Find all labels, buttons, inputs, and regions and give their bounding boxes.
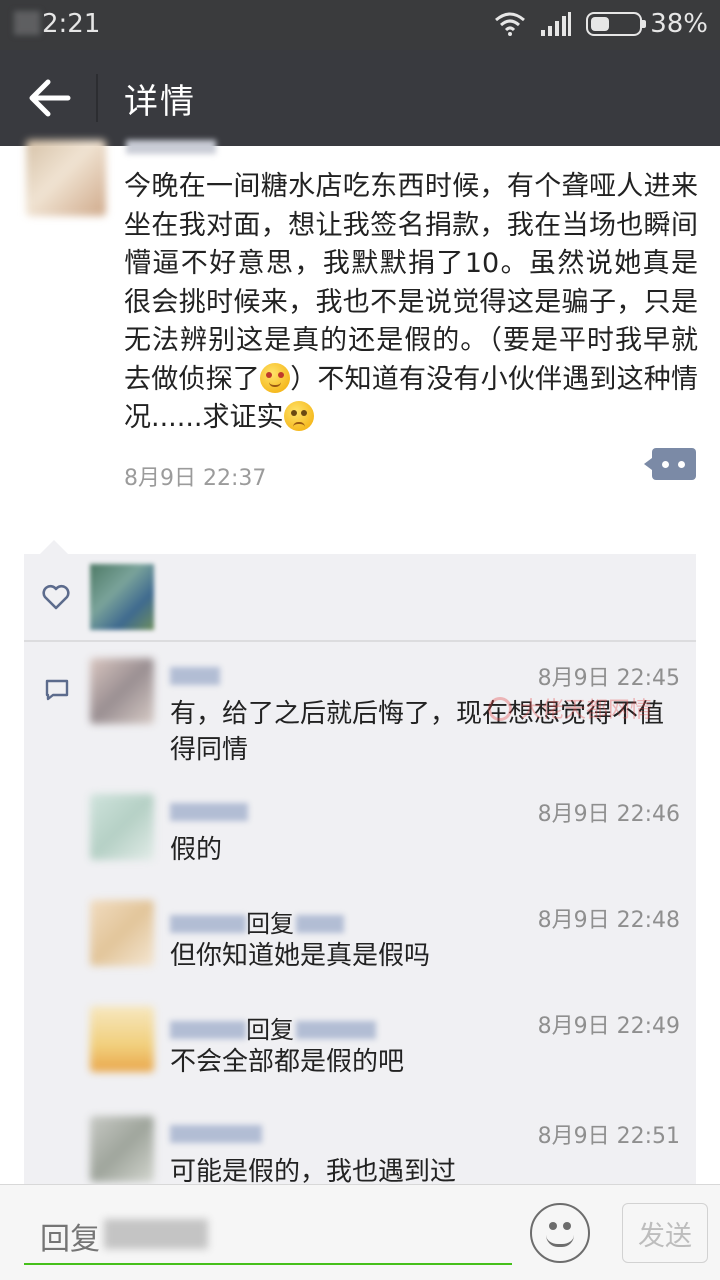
blurred-name [170,1125,262,1143]
blurred-name [296,1021,376,1039]
comment-author[interactable] [170,662,220,692]
blurred-name [170,915,246,933]
status-time: 2:21 [14,9,100,39]
emoji-button[interactable] [530,1203,590,1263]
status-bar: 2:21 38% [0,0,720,50]
back-arrow-icon[interactable] [26,76,72,120]
status-time-text: 2:21 [42,9,101,39]
comment-icon [45,679,69,701]
blurred-digit [14,11,40,35]
post-text-part1: 今晚在一间糖水店吃东西时候，有个聋哑人进来坐在我对面，想让我签名捐款，我在当场也… [124,171,698,395]
puzzled-emoji-icon [283,401,314,431]
comment-author[interactable] [170,798,248,828]
comment-time: 8月9日 22:45 [537,666,680,691]
likes-row [24,554,696,642]
interaction-pointer [40,540,68,554]
heart-eyes-emoji-icon [260,362,290,393]
emoji-eye-icon [549,1222,557,1230]
commenter-avatar[interactable] [90,794,154,860]
post-author-avatar[interactable] [26,140,106,216]
more-dot-icon [678,461,685,468]
reply-word: 回复 [246,1016,294,1044]
battery-fill [591,17,609,31]
watermark: 大佬天都网情 [488,692,652,724]
send-button[interactable]: 发送 [622,1203,708,1263]
liker-avatar[interactable] [90,564,154,630]
reply-bar: 发送 [0,1184,720,1280]
comment-text: 假的 [170,835,223,865]
comment-author[interactable]: 回复 [170,904,344,938]
post-timestamp: 8月9日 22:37 [124,466,267,491]
status-right: 38% [494,9,708,39]
likes-divider [24,640,696,642]
blurred-name [170,667,220,685]
blurred-name [170,1021,246,1039]
blurred-reply-target [104,1219,208,1249]
title-divider [96,74,98,122]
emoji-eye-icon [563,1222,571,1230]
more-dot-icon [662,461,669,468]
battery-icon [586,12,647,36]
watermark-logo-icon [488,697,512,721]
comment-time: 8月9日 22:48 [537,908,680,933]
watermark-text: 大佬天都网情 [520,698,653,723]
blurred-name [170,803,248,821]
battery-percent: 38% [650,9,708,39]
comment-author[interactable] [170,1120,262,1150]
reply-word: 回复 [246,910,294,938]
heart-icon [42,584,70,610]
commenter-avatar[interactable] [90,900,154,966]
signal-icon [541,12,572,36]
commenter-avatar[interactable] [90,1006,154,1072]
comment-time: 8月9日 22:46 [537,802,680,827]
page-title: 详情 [124,82,196,122]
post-text: 今晚在一间糖水店吃东西时候，有个聋哑人进来坐在我对面，想让我签名捐款，我在当场也… [124,168,698,438]
interaction-panel: 8月9日 22:45 有，给了之后就后悔了，现在想想觉得不值得同情 8月9日 2… [24,554,696,1194]
commenter-avatar[interactable] [90,1116,154,1182]
comment-time: 8月9日 22:49 [537,1014,680,1039]
title-bar: 详情 [0,50,720,146]
reply-input[interactable] [24,1201,512,1265]
emoji-mouth-icon [546,1235,574,1247]
comment-text: 但你知道她是真是假吗 [170,941,431,971]
post-author-name-blurred[interactable] [126,140,216,154]
more-actions-button[interactable] [644,448,696,480]
comment-time: 8月9日 22:51 [537,1124,680,1149]
comment-text: 不会全部都是假的吧 [170,1047,405,1077]
comment-author[interactable]: 回复 [170,1010,376,1044]
blurred-name [296,915,344,933]
battery-nub [642,20,647,28]
commenter-avatar[interactable] [90,658,154,724]
wifi-icon [495,12,526,36]
